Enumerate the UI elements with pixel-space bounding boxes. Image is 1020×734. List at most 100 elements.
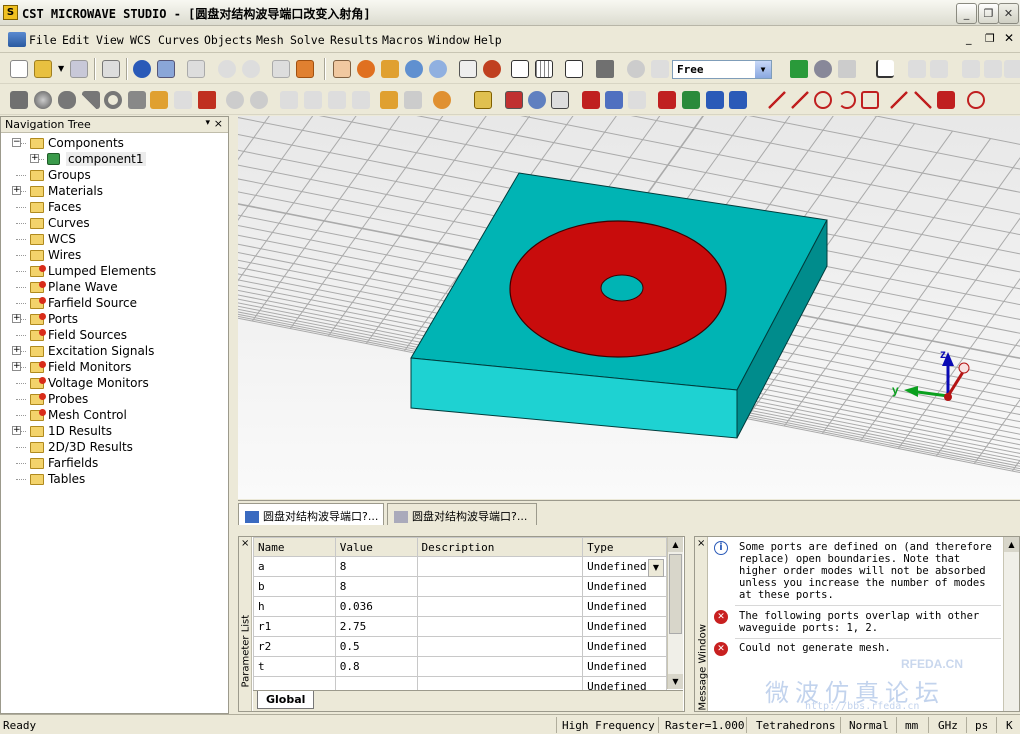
cell-name[interactable]: t (253, 656, 336, 677)
lumped-element-icon[interactable] (628, 91, 646, 109)
cell-type[interactable]: Undefined (582, 656, 667, 677)
table-row[interactable]: b 8 Undefined (253, 576, 667, 597)
cell-description[interactable] (416, 656, 584, 677)
cell-value[interactable]: 2.75 (334, 616, 418, 637)
print-icon[interactable] (102, 60, 120, 78)
boundary-icon[interactable] (551, 91, 569, 109)
cell-value[interactable]: 8 (334, 556, 418, 577)
fit-view-icon[interactable] (459, 60, 477, 78)
tile-icon[interactable] (962, 60, 980, 78)
info-icon[interactable] (133, 60, 151, 78)
menu-view[interactable]: View (96, 33, 124, 47)
menu-window[interactable]: Window (428, 33, 470, 47)
info-monitor-icon[interactable] (729, 91, 747, 109)
vertical-scrollbar[interactable]: ▲ ▼ (667, 537, 683, 689)
tree-item[interactable]: Tables (1, 471, 226, 487)
cell-name[interactable]: h (253, 596, 336, 617)
cell-value[interactable]: 0.8 (334, 656, 418, 677)
cylinder-icon[interactable] (58, 91, 76, 109)
pick-points-icon[interactable] (380, 91, 398, 109)
scroll-down-arrow[interactable]: ▼ (668, 674, 683, 689)
tree-item[interactable]: Voltage Monitors (1, 375, 226, 391)
no-entry-icon[interactable] (967, 91, 985, 109)
menu-solve[interactable]: Solve (290, 33, 325, 47)
expand-icon[interactable]: + (12, 314, 21, 323)
zoom-area-icon[interactable] (429, 60, 447, 78)
ruler-icon[interactable] (908, 60, 926, 78)
tree-item[interactable]: WCS (1, 231, 226, 247)
pick-icon[interactable] (596, 60, 614, 78)
cell-type[interactable]: Undefined (582, 616, 667, 637)
3d-viewport[interactable]: z y (238, 116, 1020, 499)
tab-document-1[interactable]: 圆盘对结构波导端口?... (238, 503, 384, 525)
restore-button[interactable]: ❐ (978, 3, 999, 24)
rotate-shape-icon[interactable] (150, 91, 168, 109)
units-icon[interactable] (474, 91, 492, 109)
cell-description[interactable] (416, 616, 584, 637)
green-cube-icon[interactable] (790, 60, 808, 78)
scroll-thumb[interactable] (669, 554, 682, 634)
tree-item[interactable]: +1D Results (1, 423, 226, 439)
status-time-unit[interactable]: ps (975, 719, 988, 732)
tree-item[interactable]: + component1 (1, 151, 226, 167)
tree-item[interactable]: Plane Wave (1, 279, 226, 295)
arc-icon[interactable] (838, 91, 856, 109)
close-button[interactable]: ✕ (998, 3, 1019, 24)
expand-icon[interactable]: + (30, 154, 39, 163)
discrete-port-icon[interactable] (605, 91, 623, 109)
column-header-type[interactable]: Type (582, 537, 667, 557)
cone-icon[interactable] (82, 91, 100, 109)
message-item[interactable]: The following ports overlap with other w… (739, 610, 1001, 636)
loft-icon[interactable] (174, 91, 192, 109)
mdi-minimize-button[interactable]: _ (966, 32, 972, 45)
background-icon[interactable] (505, 91, 523, 109)
mdi-close-button[interactable]: ✕ (1004, 31, 1014, 45)
table-row[interactable]: r2 0.5 Undefined (253, 636, 667, 657)
tab-global[interactable]: Global (257, 691, 315, 709)
history-clock-icon[interactable] (433, 91, 451, 109)
history-icon[interactable] (157, 60, 175, 78)
tree-item[interactable]: Lumped Elements (1, 263, 226, 279)
transparent-icon[interactable] (627, 60, 645, 78)
tree-item[interactable]: Curves (1, 215, 226, 231)
cell-type[interactable]: Undefined (582, 596, 667, 617)
table-row[interactable]: h 0.036 Undefined (253, 596, 667, 617)
menu-wcs[interactable]: WCS (130, 33, 151, 47)
e-monitor-icon[interactable] (706, 91, 724, 109)
tree-item[interactable]: Wires (1, 247, 226, 263)
cell-type[interactable]: Undefined (582, 576, 667, 597)
cell-type[interactable]: Undefined (582, 636, 667, 657)
tree-item[interactable]: + Ports (1, 311, 226, 327)
copy-icon[interactable] (187, 60, 205, 78)
tree-item[interactable]: + Materials (1, 183, 226, 199)
waveguide-port-icon[interactable] (582, 91, 600, 109)
tree-item[interactable]: − Components (1, 135, 226, 151)
redo-icon[interactable] (242, 60, 260, 78)
extrude-icon[interactable] (128, 91, 146, 109)
collapse-icon[interactable]: − (12, 138, 21, 147)
panel-menu-icon[interactable]: ▾ (205, 118, 210, 128)
panel-close-icon[interactable]: × (214, 117, 223, 130)
tree-item[interactable]: Farfields (1, 455, 226, 471)
menu-help[interactable]: Help (474, 33, 502, 47)
scale-icon[interactable] (352, 91, 370, 109)
tree-item[interactable]: Farfield Source (1, 295, 226, 311)
cell-value[interactable]: 0.5 (334, 636, 418, 657)
minimize-button[interactable]: _ (956, 3, 977, 24)
line-curve-icon[interactable] (768, 91, 786, 109)
status-mode[interactable]: Normal (849, 719, 889, 732)
status-frequency-unit[interactable]: GHz (938, 719, 958, 732)
cube-icon[interactable] (565, 60, 583, 78)
expand-icon[interactable]: + (12, 362, 21, 371)
select-tool-icon[interactable] (333, 60, 351, 78)
menu-mesh[interactable]: Mesh (256, 33, 284, 47)
field-monitor-icon[interactable] (658, 91, 676, 109)
scroll-up-arrow[interactable]: ▲ (668, 537, 683, 552)
monitor-icon[interactable] (838, 60, 856, 78)
expand-icon[interactable]: + (12, 346, 21, 355)
export-icon[interactable] (296, 60, 314, 78)
sphere-icon[interactable] (34, 91, 52, 109)
mirror-icon[interactable] (328, 91, 346, 109)
panel-close-icon[interactable]: × (697, 538, 705, 549)
expand-icon[interactable]: + (12, 186, 21, 195)
